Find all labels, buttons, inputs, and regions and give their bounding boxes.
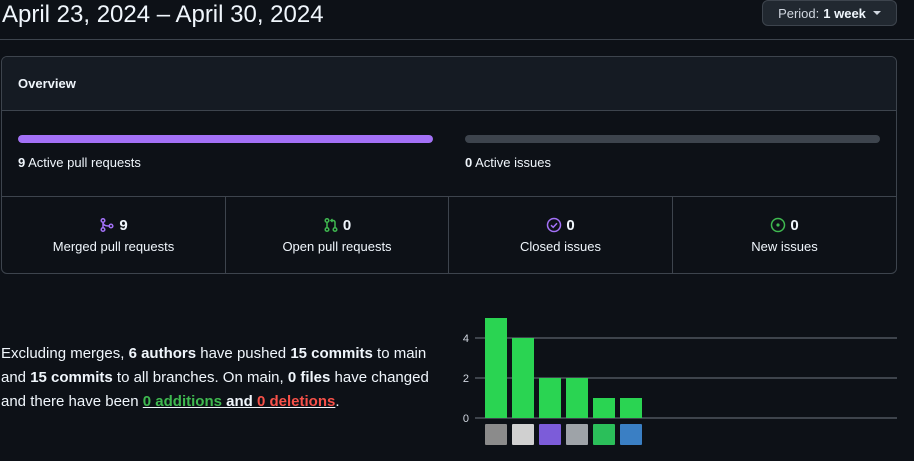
active-pull-requests-link[interactable]: 9 Active pull requests bbox=[18, 155, 141, 170]
summary-deletions: 0 deletions bbox=[257, 393, 336, 410]
issues-progress-bar bbox=[465, 135, 880, 143]
stats-row: 9 Merged pull requests 0 Open pull reque… bbox=[2, 197, 896, 273]
new-issue-icon bbox=[771, 217, 786, 233]
closed-issue-icon bbox=[547, 217, 562, 233]
summary-commits-all: 15 commits bbox=[30, 369, 113, 386]
open-pull-requests-stat[interactable]: 0 Open pull requests bbox=[226, 197, 449, 273]
author-avatar bbox=[566, 424, 588, 445]
overview-header: Overview bbox=[2, 57, 896, 111]
author-avatar bbox=[593, 424, 615, 445]
closed-issues-stat[interactable]: 0 Closed issues bbox=[449, 197, 673, 273]
chevron-down-icon bbox=[872, 11, 881, 15]
pull-requests-progress-bar bbox=[18, 135, 433, 143]
page-header: April 23, 2024 – April 30, 2024 Period: … bbox=[0, 0, 914, 40]
chart-bar bbox=[566, 378, 588, 418]
summary-text-1: Excluding merges, bbox=[1, 345, 129, 362]
chart-bar bbox=[485, 318, 507, 418]
merged-pull-requests-value: 9 bbox=[119, 216, 128, 234]
merged-pull-requests-label: Merged pull requests bbox=[52, 238, 175, 254]
commits-by-author-chart: 0 2 4 bbox=[463, 318, 897, 445]
active-pull-requests-label: Active pull requests bbox=[28, 155, 141, 170]
closed-issues-label: Closed issues bbox=[520, 238, 601, 254]
chart-bar bbox=[593, 398, 615, 418]
chart-y-tick-label: 0 bbox=[463, 413, 469, 425]
period-value: 1 week bbox=[823, 5, 866, 21]
commit-summary: Excluding merges, 6 authors have pushed … bbox=[1, 342, 451, 414]
pull-requests-progress-fill bbox=[18, 135, 433, 143]
summary-commits-main: 15 commits bbox=[290, 345, 373, 362]
overview-box: Overview 9 Active pull requests 0 Active… bbox=[1, 56, 897, 274]
active-issues-label: Active issues bbox=[475, 155, 552, 170]
chart-bar bbox=[512, 338, 534, 418]
date-range-title: April 23, 2024 – April 30, 2024 bbox=[2, 1, 324, 28]
new-issues-stat[interactable]: 0 New issues bbox=[673, 197, 896, 273]
summary-text-2: have pushed bbox=[196, 345, 291, 362]
active-pull-requests-count: 9 bbox=[18, 155, 26, 170]
open-pull-requests-value: 0 bbox=[342, 216, 352, 234]
closed-issues-value: 0 bbox=[566, 216, 575, 234]
open-pr-icon bbox=[324, 217, 338, 233]
chart-bar bbox=[539, 378, 561, 418]
summary-text-7: . bbox=[335, 393, 340, 410]
author-avatar bbox=[620, 424, 642, 445]
merged-pull-requests-stat[interactable]: 9 Merged pull requests bbox=[2, 197, 226, 273]
summary-authors: 6 authors bbox=[128, 345, 197, 362]
summary-additions: 0 additions bbox=[142, 393, 222, 410]
summary-text-4: to all branches. On main, bbox=[112, 369, 288, 386]
summary-files: 0 files bbox=[287, 369, 331, 386]
active-issues-count: 0 bbox=[465, 155, 473, 170]
summary-text-6: and bbox=[221, 393, 257, 410]
chart-y-tick-label: 4 bbox=[463, 333, 469, 345]
period-prefix: Period: bbox=[778, 5, 820, 21]
additions-deletions-link[interactable]: 0 additions and 0 deletions bbox=[143, 393, 336, 410]
new-issues-label: New issues bbox=[751, 238, 818, 254]
author-avatar bbox=[539, 424, 561, 445]
author-avatar bbox=[485, 424, 507, 445]
activity-bars: 9 Active pull requests 0 Active issues bbox=[2, 111, 896, 197]
active-issues-link[interactable]: 0 Active issues bbox=[465, 155, 551, 170]
author-avatar bbox=[512, 424, 534, 445]
new-issues-value: 0 bbox=[790, 216, 799, 234]
merged-pr-icon bbox=[100, 217, 114, 233]
period-dropdown-button[interactable]: Period: 1 week bbox=[762, 0, 897, 26]
chart-y-tick-label: 2 bbox=[463, 373, 469, 385]
overview-title: Overview bbox=[18, 76, 76, 91]
open-pull-requests-label: Open pull requests bbox=[282, 238, 392, 254]
chart-bar bbox=[620, 398, 642, 418]
